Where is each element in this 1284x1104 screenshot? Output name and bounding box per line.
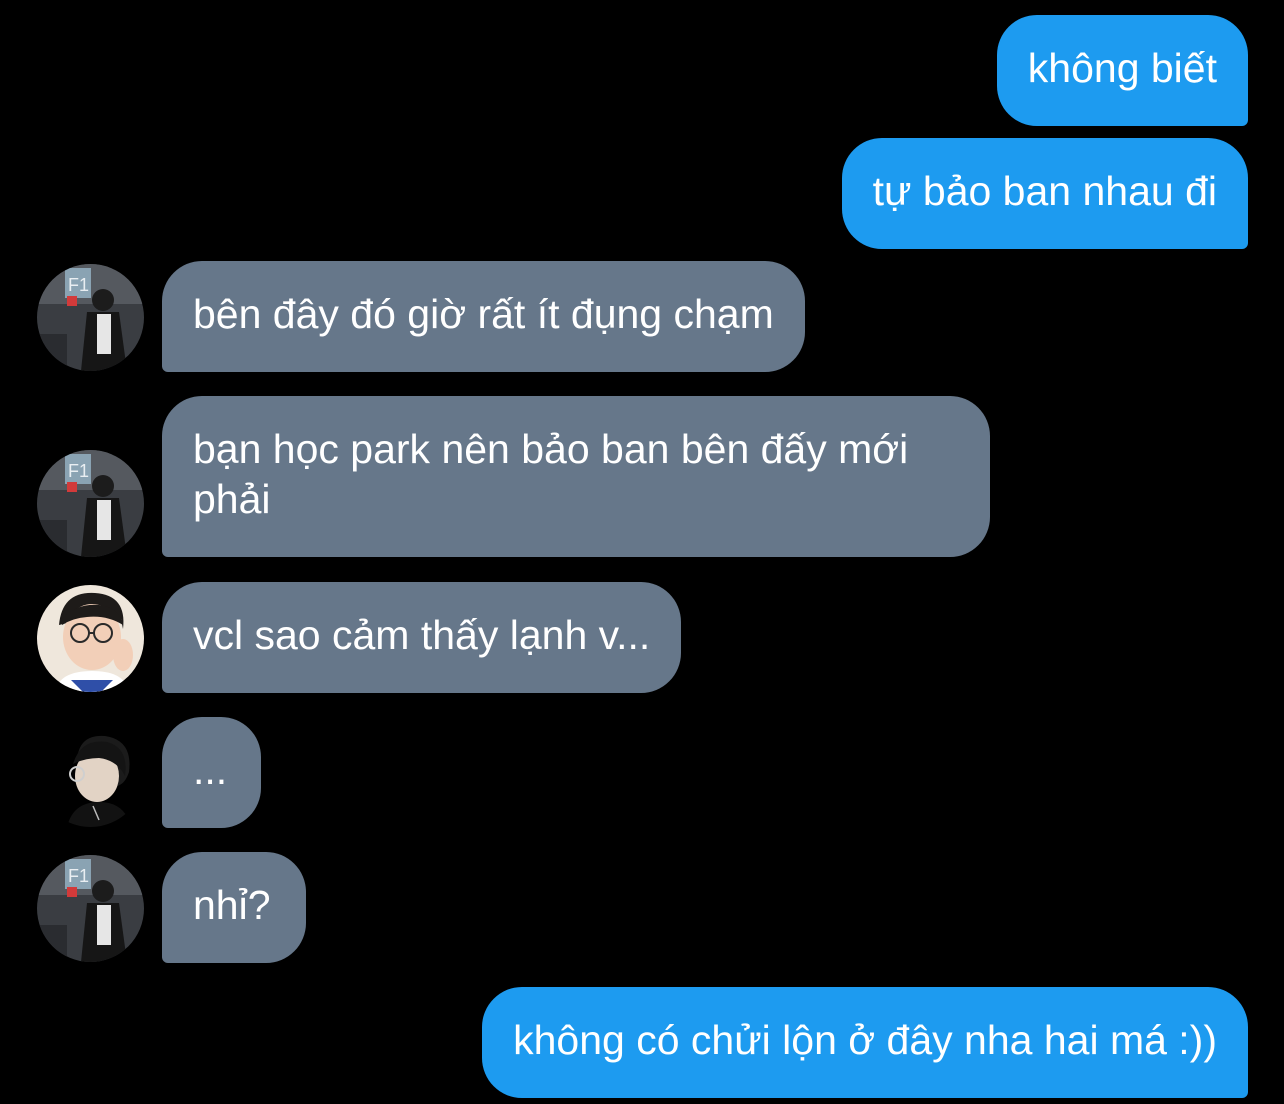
message-text: ... xyxy=(193,747,228,793)
message-text: tự bảo ban nhau đi xyxy=(872,168,1217,214)
outgoing-message-bubble[interactable]: không biết xyxy=(996,15,1248,126)
incoming-message-bubble[interactable]: ... xyxy=(162,717,261,828)
avatar-badge-text: F1 xyxy=(68,275,89,295)
avatar-badge-text: F1 xyxy=(68,866,89,886)
message-text: nhỉ? xyxy=(193,882,271,928)
message-text: bạn học park nên bảo ban bên đấy mới phả… xyxy=(193,426,909,522)
f1-boy-avatar[interactable]: F1 xyxy=(37,264,144,371)
avatar-badge-text: F1 xyxy=(68,461,89,481)
message-text: không có chửi lộn ở đây nha hai má :)) xyxy=(513,1017,1217,1063)
incoming-message-bubble[interactable]: nhỉ? xyxy=(162,852,306,963)
message-text: vcl sao cảm thấy lạnh v... xyxy=(193,612,651,658)
f1-boy-avatar[interactable]: F1 xyxy=(37,855,144,962)
message-text: bên đây đó giờ rất ít đụng chạm xyxy=(193,291,774,337)
profile-boy-avatar[interactable] xyxy=(37,720,144,827)
incoming-message-bubble[interactable]: bên đây đó giờ rất ít đụng chạm xyxy=(162,261,805,372)
incoming-message-bubble[interactable]: vcl sao cảm thấy lạnh v... xyxy=(162,582,682,693)
message-text: không biết xyxy=(1027,45,1217,91)
incoming-message-bubble[interactable]: bạn học park nên bảo ban bên đấy mới phả… xyxy=(162,396,990,557)
outgoing-message-bubble[interactable]: tự bảo ban nhau đi xyxy=(841,138,1248,249)
glasses-boy-avatar[interactable] xyxy=(37,585,144,692)
outgoing-message-bubble[interactable]: không có chửi lộn ở đây nha hai má :)) xyxy=(482,987,1248,1098)
f1-boy-avatar[interactable]: F1 xyxy=(37,450,144,557)
